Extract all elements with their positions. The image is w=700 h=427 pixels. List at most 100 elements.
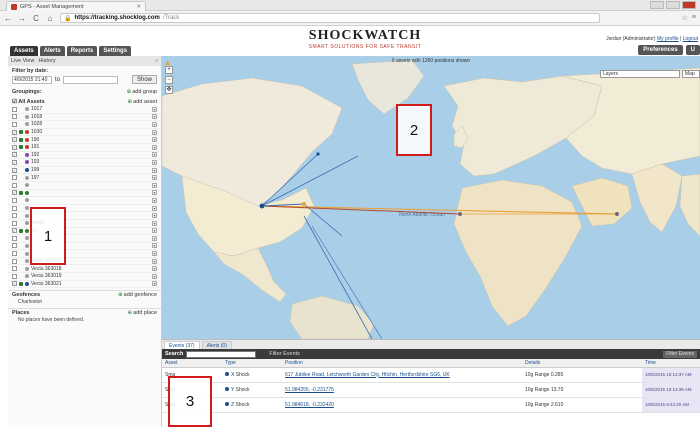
asset-menu-icon[interactable]: ▾	[152, 167, 157, 173]
list-item[interactable]: 1018 ▾	[8, 114, 161, 122]
tracking-map[interactable]: North Atlantic Ocean 0 assets with 1260 …	[162, 56, 700, 339]
home-icon[interactable]: ⌂	[46, 14, 54, 23]
filter-events-button[interactable]: Filter Events	[663, 350, 697, 358]
col-details[interactable]: Details	[522, 359, 642, 368]
tab-assets[interactable]: Assets	[10, 46, 38, 56]
asset-menu-icon[interactable]: ▾	[152, 137, 157, 143]
asset-menu-icon[interactable]: ▾	[152, 144, 157, 150]
asset-menu-icon[interactable]: ▾	[152, 197, 157, 203]
asset-menu-icon[interactable]: ▾	[152, 152, 157, 158]
table-row[interactable]: Sma Y Shock 51.984355, -0.231775 10g Ran…	[162, 382, 700, 398]
asset-menu-icon[interactable]: ▾	[152, 121, 157, 127]
header-extra-button[interactable]: U	[685, 45, 700, 55]
add-geofence-button[interactable]: ⊕ add geofence	[118, 292, 157, 298]
list-item[interactable]: ✓ 1030 ▾	[8, 129, 161, 137]
list-item[interactable]: ✓ 193 ▾	[8, 159, 161, 167]
asset-checkbox[interactable]: ✓	[12, 167, 17, 173]
col-position[interactable]: Position	[282, 359, 522, 368]
asset-menu-icon[interactable]: ▾	[152, 205, 157, 211]
all-assets-label[interactable]: ☑ All Assets	[12, 99, 45, 105]
asset-menu-icon[interactable]: ▾	[152, 159, 157, 165]
col-asset[interactable]: Asset	[162, 359, 222, 368]
maximize-button[interactable]	[666, 1, 680, 9]
show-button[interactable]: Show	[131, 75, 157, 84]
list-item[interactable]: Vectu 363019 ▾	[8, 273, 161, 281]
asset-menu-icon[interactable]: ▾	[152, 213, 157, 219]
table-row[interactable]: Sma Z Shock 51.984618, -0.232420 10g Ran…	[162, 397, 700, 413]
asset-menu-icon[interactable]: ▾	[152, 190, 157, 196]
history-toggle[interactable]: History	[38, 58, 55, 64]
table-row[interactable]: Sma X Shock 617 Jubilee Road, Letchworth…	[162, 367, 700, 383]
asset-checkbox[interactable]: ✓	[12, 152, 17, 158]
tab-alerts-list[interactable]: Alerts (0)	[201, 341, 232, 349]
geofences-label[interactable]: Geofences	[12, 292, 40, 298]
event-position-link[interactable]: 617 Jubilee Road, Letchworth Garden City…	[282, 367, 522, 383]
zoom-in-button[interactable]: +	[165, 66, 173, 74]
asset-menu-icon[interactable]: ▾	[152, 106, 157, 112]
asset-menu-icon[interactable]: ▾	[152, 281, 157, 287]
zoom-out-button[interactable]: −	[165, 76, 173, 84]
asset-marker[interactable]	[302, 202, 306, 206]
list-item[interactable]: 197 ▾	[8, 174, 161, 182]
asset-checkbox[interactable]: ✓	[12, 228, 17, 234]
asset-menu-icon[interactable]: ▾	[152, 273, 157, 279]
asset-checkbox[interactable]: ✓	[12, 159, 17, 165]
list-item[interactable]: 1017 ▾	[8, 106, 161, 114]
col-type[interactable]: Type	[222, 359, 282, 368]
events-search-input[interactable]	[186, 350, 257, 358]
asset-checkbox[interactable]	[12, 121, 17, 127]
geofence-item[interactable]: Charleston	[8, 299, 161, 306]
event-position-link[interactable]: 51.984355, -0.231775	[282, 382, 522, 398]
asset-checkbox[interactable]	[12, 106, 17, 112]
places-label[interactable]: Places	[12, 310, 29, 316]
asset-menu-icon[interactable]: ▾	[152, 243, 157, 249]
filter-from-input[interactable]: 4/9/2015 21:40	[12, 75, 52, 84]
asset-checkbox[interactable]	[12, 235, 17, 241]
minimize-button[interactable]	[650, 1, 664, 9]
asset-checkbox[interactable]	[12, 114, 17, 120]
asset-menu-icon[interactable]: ▾	[152, 129, 157, 135]
asset-marker[interactable]	[458, 212, 462, 216]
asset-marker[interactable]	[259, 203, 265, 209]
asset-checkbox[interactable]	[12, 205, 17, 211]
asset-menu-icon[interactable]: ▾	[152, 220, 157, 226]
my-profile-link[interactable]: My profile	[657, 36, 679, 42]
layers-select[interactable]: Layers	[600, 70, 680, 78]
close-window-button[interactable]	[682, 1, 696, 9]
asset-checkbox[interactable]: ✓	[12, 281, 17, 287]
asset-menu-icon[interactable]: ▾	[152, 114, 157, 120]
logout-link[interactable]: Logout	[683, 36, 698, 42]
tab-events[interactable]: Events (37)	[164, 341, 200, 349]
asset-menu-icon[interactable]: ▾	[152, 182, 157, 188]
asset-checkbox[interactable]	[12, 197, 17, 203]
asset-checkbox[interactable]	[12, 220, 17, 226]
col-time[interactable]: Time	[642, 359, 700, 368]
asset-menu-icon[interactable]: ▾	[152, 251, 157, 257]
add-place-button[interactable]: ⊕ add place	[128, 310, 157, 316]
forward-icon[interactable]: →	[18, 14, 26, 23]
pan-icon[interactable]: ✥	[165, 86, 173, 94]
list-item[interactable]: ✓ 192 ▾	[8, 152, 161, 160]
list-item[interactable]: ▾	[8, 182, 161, 190]
asset-checkbox[interactable]	[12, 175, 17, 181]
list-item[interactable]: Vectu 363018 ▾	[8, 265, 161, 274]
asset-checkbox[interactable]	[12, 213, 17, 219]
tab-settings[interactable]: Settings	[99, 46, 132, 56]
back-icon[interactable]: ←	[4, 14, 12, 23]
preferences-button[interactable]: Preferences	[638, 45, 683, 55]
list-item[interactable]: ✓ 199 ▾	[8, 167, 161, 175]
list-item[interactable]: ✓ 190 ▾	[8, 136, 161, 144]
menu-icon[interactable]: ≡	[692, 14, 696, 22]
asset-menu-icon[interactable]: ▾	[152, 228, 157, 234]
asset-menu-icon[interactable]: ▾	[152, 258, 157, 264]
list-item[interactable]: 1028 ▾	[8, 121, 161, 129]
asset-menu-icon[interactable]: ▾	[152, 235, 157, 241]
list-item[interactable]: ✓ ▾	[8, 190, 161, 198]
asset-checkbox[interactable]	[12, 243, 17, 249]
asset-checkbox[interactable]	[12, 258, 17, 264]
asset-checkbox[interactable]	[12, 273, 17, 279]
map-type-select[interactable]: Map	[682, 70, 700, 78]
filter-to-input[interactable]	[63, 75, 119, 84]
asset-marker[interactable]	[615, 212, 619, 216]
asset-marker[interactable]	[316, 152, 320, 156]
